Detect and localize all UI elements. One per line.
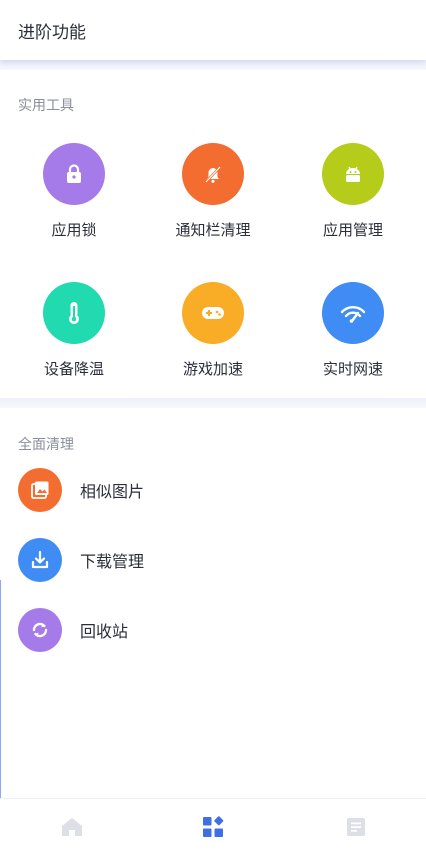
list-item-label: 下载管理 xyxy=(80,552,145,571)
tool-label: 应用管理 xyxy=(322,221,383,239)
tool-app-lock[interactable]: 应用锁 xyxy=(4,143,144,253)
page-title: 进阶功能 xyxy=(18,23,86,43)
section-divider xyxy=(0,60,426,70)
apps-icon xyxy=(203,816,224,837)
header-bar: 进阶功能 xyxy=(0,0,426,60)
tool-label: 设备降温 xyxy=(43,360,104,378)
nav-documents[interactable] xyxy=(342,813,370,841)
tool-label: 实时网速 xyxy=(322,360,383,378)
tool-label: 通知栏清理 xyxy=(175,221,251,239)
lock-icon xyxy=(43,143,105,205)
bottom-navigation xyxy=(0,798,426,852)
recycle-icon xyxy=(18,608,62,652)
android-icon xyxy=(322,143,384,205)
thermometer-icon xyxy=(43,282,105,344)
tool-game-boost[interactable]: 游戏加速 xyxy=(143,282,283,392)
download-icon xyxy=(18,538,62,582)
tool-label: 游戏加速 xyxy=(182,360,243,378)
speed-wifi-icon xyxy=(322,282,384,344)
nav-home[interactable] xyxy=(58,813,86,841)
home-icon xyxy=(62,818,82,836)
advanced-features-screen: 进阶功能 实用工具 应用锁 通知栏清理 应用管理 设备降温 游戏加速 实时网速 … xyxy=(0,0,426,852)
tool-app-management[interactable]: 应用管理 xyxy=(283,143,423,253)
list-item-recycle-bin[interactable]: 回收站 xyxy=(18,607,398,653)
list-item-label: 回收站 xyxy=(80,622,129,641)
section-label-tools: 实用工具 xyxy=(18,98,74,114)
document-icon xyxy=(347,818,365,836)
tool-label: 应用锁 xyxy=(51,221,97,239)
tool-realtime-speed[interactable]: 实时网速 xyxy=(283,282,423,392)
section-divider xyxy=(0,398,426,408)
nav-apps[interactable] xyxy=(199,813,227,841)
section-label-clean: 全面清理 xyxy=(18,437,74,453)
list-item-download-management[interactable]: 下载管理 xyxy=(18,537,398,583)
tool-device-cooling[interactable]: 设备降温 xyxy=(4,282,144,392)
photos-icon xyxy=(18,468,62,512)
list-item-similar-photos[interactable]: 相似图片 xyxy=(18,467,398,513)
bell-off-icon xyxy=(182,143,244,205)
gamepad-icon xyxy=(182,282,244,344)
tool-notification-cleanup[interactable]: 通知栏清理 xyxy=(143,143,283,253)
list-item-label: 相似图片 xyxy=(80,482,145,501)
